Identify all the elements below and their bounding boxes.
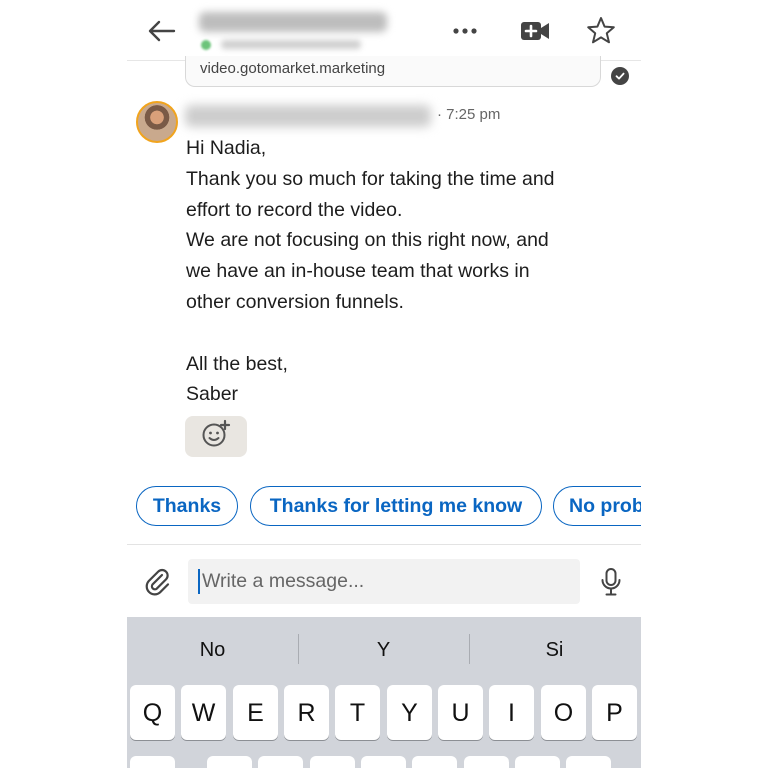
sender-name-redacted[interactable] [185, 105, 431, 127]
text-caret [198, 569, 200, 594]
keyboard-key-row2[interactable] [361, 756, 406, 768]
seen-check-icon [611, 67, 629, 85]
add-reaction-icon [201, 419, 231, 454]
key-u[interactable]: U [438, 685, 483, 740]
link-preview-card[interactable]: video.gotomarket.marketing [185, 56, 601, 87]
quick-reply-thanks[interactable]: Thanks [136, 486, 238, 526]
keyboard-key-row2[interactable] [207, 756, 252, 768]
contact-status-redacted [221, 40, 361, 49]
message-line: Saber [186, 383, 239, 406]
composer-divider [127, 544, 641, 545]
message-line: other conversion funnels. [186, 290, 404, 313]
key-r[interactable]: R [284, 685, 329, 740]
online-status-icon [201, 40, 211, 50]
quick-reply-thanks-for-letting-me-know[interactable]: Thanks for letting me know [250, 486, 542, 526]
message-body: Hi Nadia, Thank you so much for taking t… [186, 133, 606, 410]
messaging-screen: video.gotomarket.marketing · 7:25 pm Hi … [127, 0, 641, 768]
message-line [186, 318, 606, 349]
add-reaction-button[interactable] [185, 416, 247, 457]
key-w[interactable]: W [181, 685, 226, 740]
key-o[interactable]: O [541, 685, 586, 740]
keyboard-key-row2[interactable] [258, 756, 303, 768]
message-line: Thank you so much for taking the time an… [186, 167, 555, 190]
keyboard-suggestion[interactable]: Si [469, 617, 640, 681]
keyboard-key-row2[interactable] [464, 756, 509, 768]
keyboard-key-row2[interactable] [130, 756, 175, 768]
keyboard-key-row2[interactable] [566, 756, 611, 768]
message-line: Hi Nadia, [186, 137, 267, 159]
message-line: All the best, [186, 352, 288, 375]
message-timestamp: · 7:25 pm [437, 106, 501, 123]
conversation-header [127, 0, 641, 61]
key-i[interactable]: I [489, 685, 534, 740]
message-input[interactable] [202, 559, 562, 604]
key-y[interactable]: Y [387, 685, 432, 740]
key-e[interactable]: E [233, 685, 278, 740]
star-icon[interactable] [585, 15, 617, 47]
key-p[interactable]: P [592, 685, 637, 740]
sender-avatar[interactable] [136, 101, 178, 143]
link-preview-url: video.gotomarket.marketing [200, 60, 386, 77]
keyboard-suggestion[interactable]: No [127, 617, 298, 681]
keyboard-key-row2[interactable] [515, 756, 560, 768]
more-horizontal-icon[interactable] [449, 15, 481, 47]
key-q[interactable]: Q [130, 685, 175, 740]
message-line: we have an in-house team that works in [186, 260, 530, 283]
message-composer[interactable] [188, 559, 580, 604]
keyboard-key-row2[interactable] [310, 756, 355, 768]
arrow-left-icon[interactable] [145, 14, 179, 48]
quick-reply-no-problem[interactable]: No prob [553, 486, 641, 526]
video-call-icon[interactable] [519, 15, 551, 47]
contact-name-redacted[interactable] [199, 12, 387, 32]
keyboard-suggestion[interactable]: Y [298, 617, 469, 681]
key-t[interactable]: T [335, 685, 380, 740]
microphone-icon[interactable] [597, 566, 625, 598]
paperclip-icon[interactable] [142, 566, 174, 598]
message-line: We are not focusing on this right now, a… [186, 229, 549, 252]
keyboard-key-row2[interactable] [412, 756, 457, 768]
message-line: effort to record the video. [186, 198, 403, 221]
